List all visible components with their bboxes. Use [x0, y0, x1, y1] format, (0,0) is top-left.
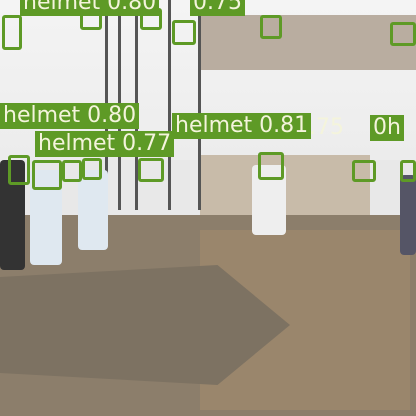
rebar	[168, 0, 171, 210]
detection-box	[138, 158, 164, 182]
detection-label: helmet 0.81	[172, 113, 312, 139]
detection-box	[62, 160, 82, 182]
detection-box	[352, 160, 376, 182]
detection-label: helmet 0.80	[20, 0, 160, 16]
detection-label: 0h	[370, 115, 404, 141]
detection-box	[400, 160, 416, 182]
worker	[78, 170, 108, 250]
detection-box	[390, 22, 416, 46]
detection-box	[32, 160, 62, 190]
detection-box	[172, 20, 196, 45]
detection-box	[258, 152, 284, 180]
detection-label: helmet 0.77	[35, 131, 175, 157]
brick-wall	[200, 15, 416, 70]
detection-box	[260, 15, 282, 39]
detection-label: helmet 0.80	[0, 103, 140, 129]
detection-box	[8, 155, 30, 185]
detection-label: 0.75	[190, 0, 245, 16]
rebar	[198, 0, 201, 210]
detection-box	[82, 158, 102, 180]
worker	[400, 175, 416, 255]
detection-box	[2, 15, 22, 50]
